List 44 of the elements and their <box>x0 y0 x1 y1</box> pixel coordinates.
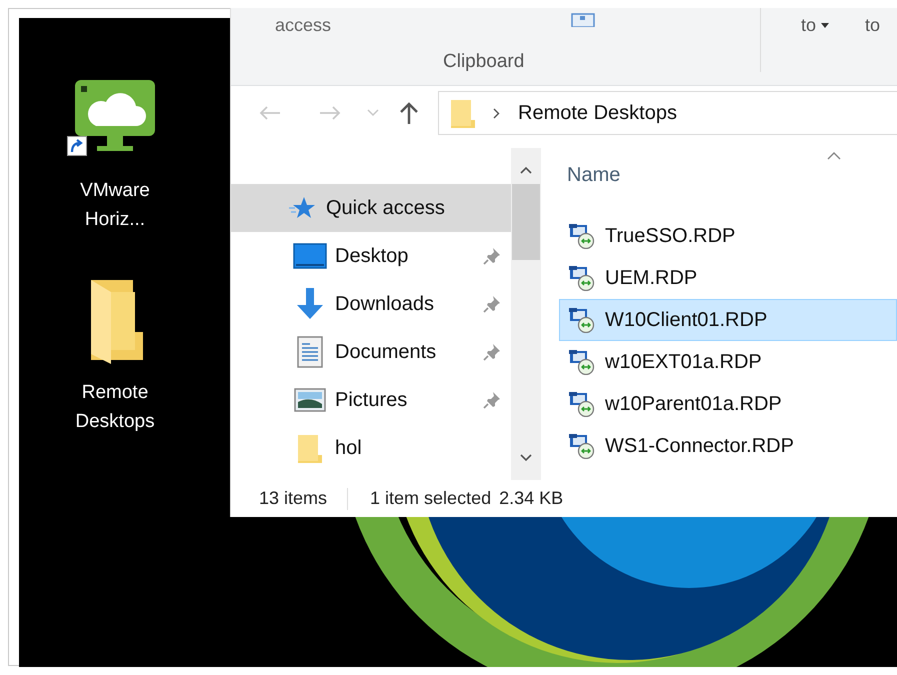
ribbon-command[interactable]: to <box>801 14 830 36</box>
nav-item[interactable]: Documents <box>231 328 511 376</box>
selection-info: 1 item selected <box>370 488 492 509</box>
ribbon-command[interactable]: to <box>865 14 880 36</box>
file-item[interactable]: w10EXT01a.RDP <box>559 341 897 383</box>
column-header[interactable]: Name <box>567 164 620 187</box>
remote-desktop-file-icon <box>569 223 595 249</box>
sort-caret-icon <box>827 152 841 160</box>
file-item[interactable]: W10Client01.RDP <box>559 299 897 341</box>
ribbon-group-label: Clipboard <box>443 50 524 72</box>
monitor-icon <box>293 243 327 269</box>
remote-desktop-file-icon <box>569 349 595 375</box>
file-item[interactable]: w10Parent01a.RDP <box>559 383 897 425</box>
file-item[interactable]: TrueSSO.RDP <box>559 215 897 257</box>
remote-desktop-file-icon <box>569 307 595 333</box>
chevron-right-icon <box>493 108 500 118</box>
nav-item[interactable]: hol <box>231 424 511 472</box>
paste-shortcut-icon <box>571 13 596 27</box>
nav-item[interactable]: Quick access <box>231 184 511 232</box>
nav-item[interactable]: Desktop <box>231 232 511 280</box>
file-item[interactable]: WS1-Connector.RDP <box>559 425 897 467</box>
file-item[interactable]: UEM.RDP <box>559 257 897 299</box>
nav-item[interactable]: Pictures <box>231 376 511 424</box>
remote-desktop-file-icon <box>569 391 595 417</box>
picture-icon <box>293 388 327 412</box>
forward-icon[interactable] <box>319 105 341 121</box>
folder-icon <box>451 98 475 128</box>
scrollbar-thumb[interactable] <box>512 184 540 260</box>
nav-item[interactable]: Downloads <box>231 280 511 328</box>
desktop-icon-label[interactable]: Remote Desktops <box>62 378 168 436</box>
remote-desktop-file-icon <box>569 433 595 459</box>
item-count: 13 items <box>259 488 328 509</box>
caret-down-icon[interactable] <box>520 454 532 462</box>
chevron-down-icon[interactable] <box>367 109 379 117</box>
up-arrow-icon[interactable] <box>399 102 419 124</box>
scrollbar[interactable] <box>511 148 541 480</box>
selection-size: 2.34 KB <box>499 488 564 509</box>
caret-up-icon[interactable] <box>520 166 532 174</box>
back-icon[interactable] <box>259 105 281 121</box>
desktop-icon-label[interactable]: VMware Horiz... <box>62 176 168 234</box>
address-bar[interactable]: Remote Desktops <box>438 91 897 135</box>
ribbon-command[interactable]: access <box>275 14 332 36</box>
address-path: Remote Desktops <box>518 102 677 124</box>
remote-desktop-file-icon <box>569 265 595 291</box>
